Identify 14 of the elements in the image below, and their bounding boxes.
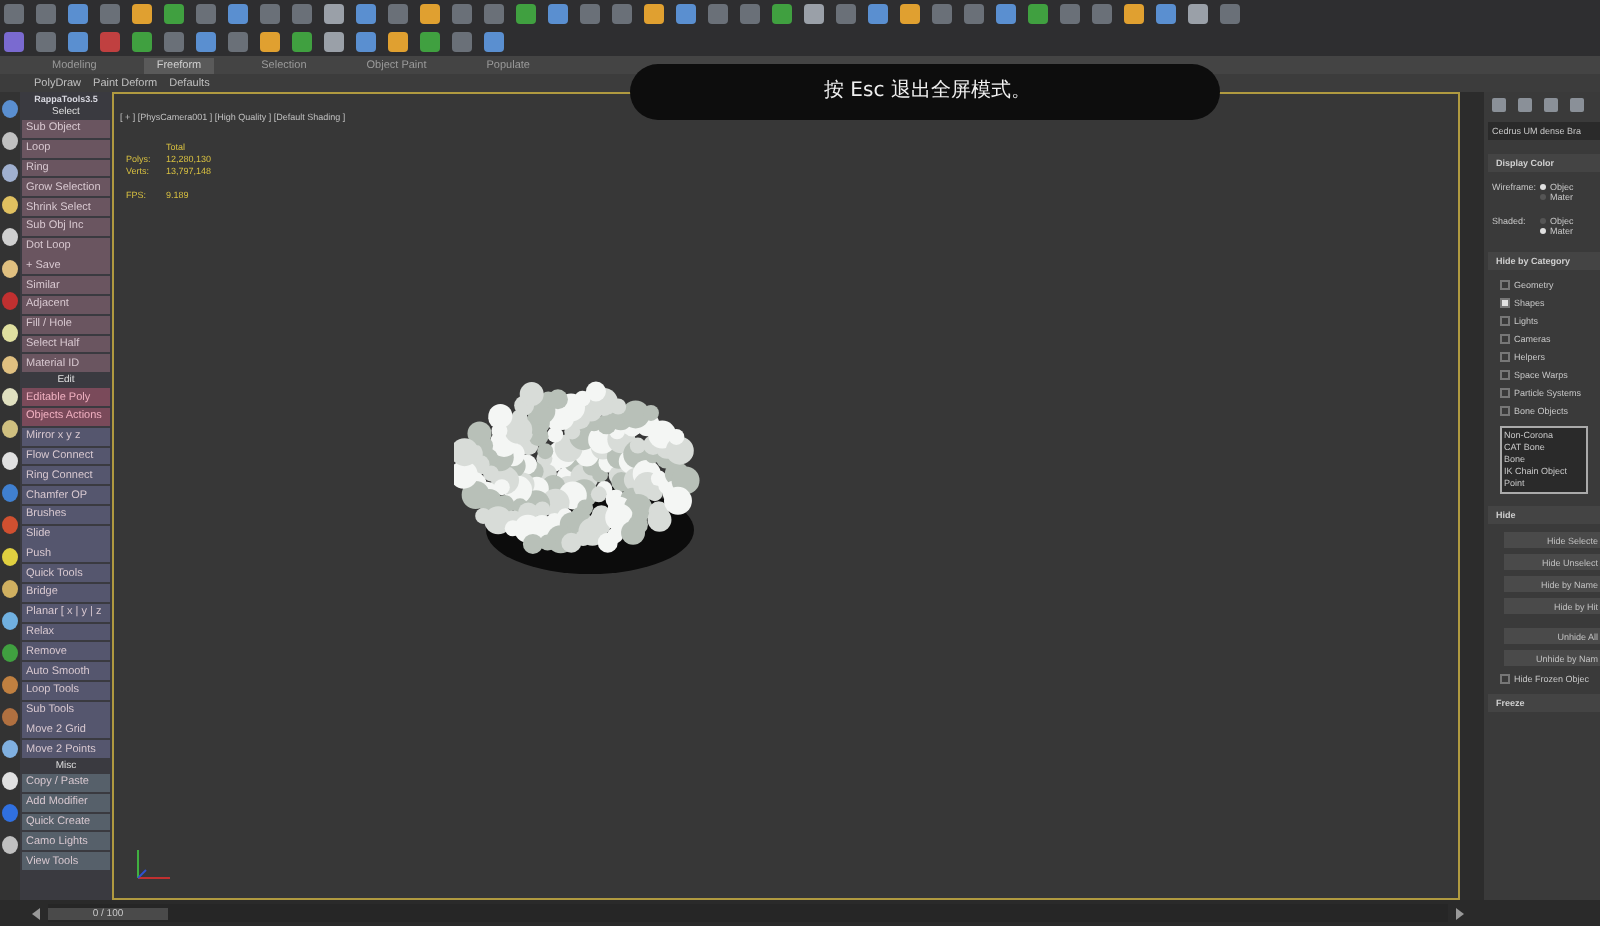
next-frame-icon[interactable] — [1456, 907, 1464, 919]
checkbox[interactable] — [1500, 406, 1510, 416]
checkbox[interactable] — [1500, 388, 1510, 398]
fullscreen-notice: 按 Esc 退出全屏模式。 — [630, 64, 1220, 120]
radio-button[interactable] — [1540, 184, 1546, 190]
checkbox[interactable] — [1500, 334, 1510, 344]
previous-frame-icon[interactable] — [32, 907, 40, 919]
checkbox[interactable] — [1500, 298, 1510, 308]
checkbox[interactable] — [1500, 352, 1510, 362]
checkbox[interactable] — [1500, 370, 1510, 380]
radio-button[interactable] — [1540, 228, 1546, 234]
checkbox[interactable] — [1500, 674, 1510, 684]
checkbox[interactable] — [1500, 316, 1510, 326]
checkbox[interactable] — [1500, 280, 1510, 290]
